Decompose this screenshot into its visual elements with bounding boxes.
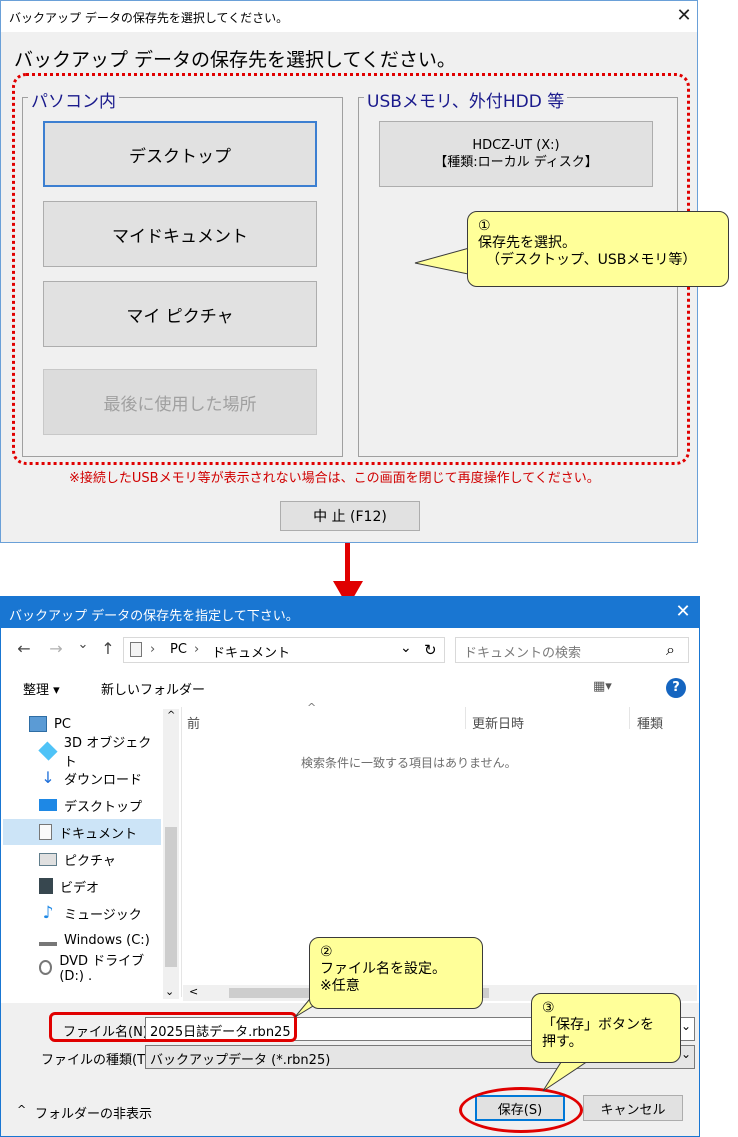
- pane-divider: [181, 707, 182, 997]
- tree-item-label: ビデオ: [60, 880, 100, 896]
- filetype-label: ファイルの種類(T):: [41, 1053, 155, 1068]
- cancel-f12-button[interactable]: 中 止 (F12): [280, 501, 420, 531]
- tree-scrollbar[interactable]: ^: [163, 709, 179, 999]
- breadcrumb-sep: ›: [150, 642, 156, 657]
- column-name[interactable]: 前: [187, 713, 200, 732]
- my-pictures-button[interactable]: マイ ピクチャ: [43, 281, 317, 347]
- group-usb-title: USBメモリ、外付HDD 等: [364, 87, 568, 112]
- tree-item-label: Windows (C:): [64, 932, 150, 948]
- forward-arrow-icon[interactable]: →: [45, 639, 67, 658]
- callout-3: ③ 「保存」ボタンを 押す。: [531, 993, 681, 1063]
- scroll-up-icon[interactable]: ^: [167, 710, 175, 721]
- callout-2: ② ファイル名を設定。 ※任意: [309, 937, 483, 1009]
- pc-icon: [29, 716, 47, 732]
- page-title: バックアップ データの保存先を選択してください。: [14, 49, 456, 71]
- callout1-line2: （デスクトップ、USBメモリ等）: [486, 252, 697, 268]
- notice-text: ※接続したUSBメモリ等が表示されない場合は、この画面を閉じて再度操作してくださ…: [69, 471, 600, 486]
- callout3-pointer: [542, 1059, 592, 1092]
- column-divider: [629, 707, 630, 729]
- callout3-line2: 押す。: [542, 1034, 583, 1050]
- filename-dropdown-icon[interactable]: ⌄: [681, 1019, 691, 1033]
- breadcrumb-documents[interactable]: ドキュメント: [212, 642, 290, 661]
- tree-item-downloads[interactable]: ↓ ダウンロード: [3, 765, 163, 791]
- last-used-location-button: 最後に使用した場所: [43, 369, 317, 435]
- column-date[interactable]: 更新日時: [472, 713, 524, 732]
- tree-item-label: PC: [54, 716, 71, 732]
- search-placeholder: ドキュメントの検索: [464, 646, 582, 661]
- tree-item-dvd-d[interactable]: DVD ドライブ (D:) .: [3, 954, 163, 984]
- tree-item-pictures[interactable]: ピクチャ: [3, 846, 163, 872]
- tree-item-label: ドキュメント: [59, 826, 138, 842]
- usb-drive-type: 【種類:ローカル ディスク】: [434, 155, 598, 170]
- callout3-number: ③: [542, 1000, 555, 1016]
- tree-item-label: デスクトップ: [64, 799, 143, 815]
- address-bar[interactable]: › PC › ドキュメント ⌄ ↻: [123, 637, 445, 663]
- column-type[interactable]: 種類: [637, 713, 663, 732]
- documents-icon: [39, 824, 52, 840]
- save-as-dialog: バックアップ データの保存先を指定して下さい。 ✕ ← → ⌄ ↑ › PC ›…: [0, 596, 700, 1137]
- tree-item-music[interactable]: ♪ ミュージック: [3, 900, 163, 926]
- callout1-line1: 保存先を選択。: [478, 235, 576, 251]
- music-icon: ♪: [42, 903, 54, 923]
- dvd-icon: [39, 959, 53, 975]
- tree-item-label: ミュージック: [64, 907, 142, 923]
- window-title: バックアップ データの保存先を指定して下さい。: [9, 609, 299, 624]
- scroll-left-icon[interactable]: <: [189, 985, 198, 998]
- search-input[interactable]: ドキュメントの検索 ⌕: [455, 637, 689, 663]
- new-folder-button[interactable]: 新しいフォルダー: [101, 679, 205, 698]
- sort-indicator-icon: ^: [307, 701, 317, 714]
- callout3-line1: 「保存」ボタンを: [542, 1017, 654, 1033]
- tree-item-label: ピクチャ: [64, 853, 116, 869]
- filename-highlight: [49, 1012, 297, 1042]
- help-icon[interactable]: ?: [666, 678, 686, 698]
- my-documents-button[interactable]: マイドキュメント: [43, 201, 317, 267]
- desktop-icon: [39, 799, 57, 811]
- close-icon[interactable]: ✕: [673, 4, 695, 28]
- callout-1: ① 保存先を選択。 （デスクトップ、USBメモリ等）: [467, 211, 729, 287]
- window-title: バックアップ データの保存先を選択してください。: [9, 11, 289, 25]
- hide-folders-link[interactable]: フォルダーの非表示: [35, 1103, 152, 1122]
- tree-item-label: ダウンロード: [64, 772, 143, 788]
- group-pc-title: パソコン内: [28, 87, 119, 112]
- usb-drive-name: HDCZ-UT (X:): [472, 138, 560, 153]
- column-divider: [465, 707, 466, 729]
- close-icon[interactable]: ✕: [671, 600, 695, 624]
- empty-message: 検索条件に一致する項目はありません。: [301, 756, 517, 770]
- tree-item-documents[interactable]: ドキュメント: [3, 819, 161, 845]
- up-arrow-icon[interactable]: ↑: [97, 639, 119, 658]
- document-icon: [130, 642, 142, 657]
- navigation-pane: PC 3D オブジェクト ↓ ダウンロード デスクトップ ドキュメント ピクチャ…: [1, 707, 181, 1007]
- view-options-icon[interactable]: ▦▾: [593, 679, 612, 694]
- backup-destination-dialog: バックアップ データの保存先を選択してください。 ✕ バックアップ データの保存…: [0, 0, 729, 543]
- pictures-icon: [39, 852, 57, 866]
- callout1-pointer: [414, 246, 473, 276]
- usb-drive-button[interactable]: HDCZ-UT (X:) 【種類:ローカル ディスク】: [379, 121, 653, 187]
- recent-locations-chevron-icon[interactable]: ⌄: [75, 637, 91, 652]
- breadcrumb-sep: ›: [194, 642, 200, 657]
- callout2-line2: ※任意: [320, 978, 360, 994]
- scroll-down-icon[interactable]: ⌄: [165, 985, 174, 998]
- filetype-dropdown-icon[interactable]: ⌄: [681, 1047, 691, 1061]
- cancel-button[interactable]: キャンセル: [583, 1095, 683, 1121]
- organize-menu[interactable]: 整理 ▾: [23, 679, 60, 698]
- breadcrumb-pc[interactable]: PC: [170, 642, 187, 657]
- desktop-button[interactable]: デスクトップ: [43, 121, 317, 187]
- download-icon: ↓: [41, 768, 55, 787]
- callout1-number: ①: [478, 218, 491, 234]
- tree-item-label: DVD ドライブ (D:) .: [59, 954, 145, 984]
- 3d-objects-icon: [38, 741, 58, 761]
- back-arrow-icon[interactable]: ←: [13, 639, 35, 658]
- tree-item-desktop[interactable]: デスクトップ: [3, 792, 163, 818]
- drive-icon: [39, 934, 57, 946]
- videos-icon: [39, 878, 53, 894]
- callout2-number: ②: [320, 944, 333, 960]
- search-icon: ⌕: [666, 640, 675, 659]
- tree-item-3d-objects[interactable]: 3D オブジェクト: [3, 736, 163, 770]
- address-dropdown-icon[interactable]: ⌄: [400, 640, 412, 656]
- refresh-icon[interactable]: ↻: [424, 641, 437, 659]
- scroll-thumb[interactable]: [165, 827, 177, 967]
- callout2-line1: ファイル名を設定。: [320, 961, 446, 977]
- tree-item-videos[interactable]: ビデオ: [3, 873, 163, 899]
- hide-folders-chevron-icon[interactable]: ^: [17, 1103, 26, 1116]
